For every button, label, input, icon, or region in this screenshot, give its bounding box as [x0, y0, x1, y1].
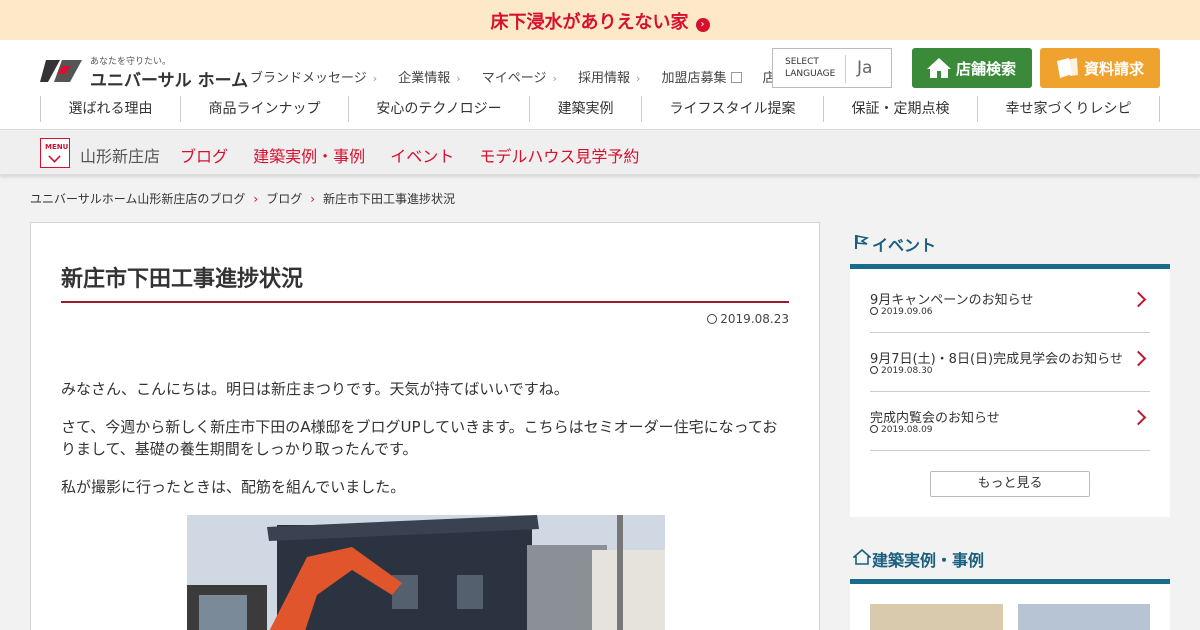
- chevron-right-icon: ›: [456, 72, 461, 85]
- article-paragraph: 私が撮影に行ったときは、配筋を組んでいました。: [61, 478, 406, 496]
- main-nav-lineup[interactable]: 商品ラインナップ: [179, 96, 348, 122]
- event-item[interactable]: 完成内覧会のお知らせ 2019.08.09: [870, 392, 1150, 451]
- util-link-brand[interactable]: ブランドメッセージ ›: [250, 67, 377, 86]
- event-date: 2019.09.06: [870, 307, 933, 317]
- store-menu-button[interactable]: MENU: [40, 138, 70, 168]
- chevron-right-icon: [1130, 350, 1147, 367]
- main-nav-reasons[interactable]: 選ばれる理由: [40, 96, 180, 122]
- util-link-franchise[interactable]: 加盟店募集: [662, 67, 742, 86]
- article-photo: [187, 515, 665, 630]
- request-docs-button[interactable]: 資料請求: [1040, 48, 1160, 88]
- blog-article: 新庄市下田工事進捗状況 2019.08.23 みなさん、こんにちは。明日は新庄ま…: [30, 222, 820, 630]
- sidebar-events-header: イベント: [850, 222, 1170, 269]
- event-item[interactable]: 9月キャンペーンのお知らせ 2019.09.06: [870, 274, 1150, 333]
- site-header: あなたを守りたい。 ユニバーサル ホーム ブランドメッセージ › 企業情報 › マイ…: [0, 40, 1200, 130]
- event-title: 9月キャンペーンのお知らせ: [870, 293, 1034, 308]
- store-link-examples[interactable]: 建築実例・事例: [253, 147, 365, 166]
- construction-photo: [187, 515, 665, 630]
- util-link-company[interactable]: 企業情報 ›: [398, 67, 460, 86]
- house-icon: [927, 58, 951, 78]
- example-thumbnail[interactable]: [870, 604, 1003, 630]
- article-title: 新庄市下田工事進捗状況: [61, 261, 789, 303]
- event-list: 9月キャンペーンのお知らせ 2019.09.06 9月7日(土)・8日(日)完成…: [870, 274, 1150, 451]
- chevron-down-icon: [48, 150, 61, 163]
- main-nav-warranty[interactable]: 保証・定期点検: [823, 96, 977, 122]
- event-date: 2019.08.09: [870, 425, 933, 435]
- store-links: ブログ 建築実例・事例 イベント モデルハウス見学予約: [180, 143, 659, 167]
- store-link-modelhouse[interactable]: モデルハウス見学予約: [479, 147, 639, 166]
- chevron-right-icon: [1130, 409, 1147, 426]
- logo-mark-icon: [40, 60, 82, 82]
- sidebar-examples: 建築実例・事例: [850, 537, 1170, 630]
- article-date: 2019.08.23: [707, 312, 789, 326]
- language-label-text: LANGUAGE: [785, 69, 836, 79]
- chevron-right-icon: ›: [552, 72, 557, 85]
- language-select-text: SELECT: [785, 57, 819, 67]
- util-link-mypage[interactable]: マイページ ›: [482, 67, 557, 86]
- flag-icon: [855, 235, 869, 249]
- chevron-right-icon: ›: [636, 72, 641, 85]
- external-link-icon: [730, 72, 742, 83]
- breadcrumb-blog[interactable]: ブログ: [266, 192, 302, 206]
- article-paragraph: さて、今週から新しく新庄市下田のA様邸をブログUPしていきます。こちらはセミオー…: [61, 418, 778, 458]
- house-outline-icon: [853, 549, 871, 565]
- main-nav-lifestyle[interactable]: ライフスタイル提案: [641, 96, 823, 122]
- article-paragraph: みなさん、こんにちは。明日は新庄まつりです。天気が持てばいいですね。: [61, 380, 569, 398]
- chevron-right-icon: ›: [253, 192, 259, 206]
- chevron-right-icon: ›: [372, 72, 378, 85]
- store-bar: MENU 山形新庄店 ブログ 建築実例・事例 イベント モデルハウス見学予約: [0, 130, 1200, 175]
- event-item[interactable]: 9月7日(土)・8日(日)完成見学会のお知らせ 2019.08.30: [870, 333, 1150, 392]
- chevron-right-icon: [1130, 291, 1147, 308]
- document-icon: [1057, 58, 1078, 78]
- event-title: 完成内覧会のお知らせ: [870, 411, 1000, 426]
- example-thumbnail[interactable]: [1018, 604, 1150, 630]
- store-link-blog[interactable]: ブログ: [180, 147, 228, 166]
- store-search-button[interactable]: 店舗検索: [912, 48, 1032, 88]
- language-value: Ja: [857, 58, 873, 78]
- events-more-button[interactable]: もっと見る: [930, 471, 1090, 497]
- campaign-banner-text: 床下浸水がありえない家: [490, 12, 689, 33]
- clock-icon: [870, 307, 878, 315]
- store-name: 山形新庄店: [80, 147, 161, 166]
- main-nav-recipes[interactable]: 幸せ家づくりレシピ: [976, 96, 1160, 122]
- breadcrumb-store-blog[interactable]: ユニバーサルホーム山形新庄店のブログ: [30, 192, 245, 206]
- sidebar-examples-header: 建築実例・事例: [850, 537, 1170, 584]
- breadcrumb-current: 新庄市下田工事進捗状況: [323, 192, 456, 206]
- event-date: 2019.08.30: [870, 366, 933, 376]
- sidebar-events: イベント 9月キャンペーンのお知らせ 2019.09.06 9月7日(土)・8日…: [850, 222, 1170, 517]
- main-nav: 選ばれる理由 商品ラインナップ 安心のテクノロジー 建築実例 ライフスタイル提案…: [40, 96, 1160, 122]
- divider: [845, 55, 846, 83]
- clock-icon: [870, 425, 878, 433]
- sidebar-events-title: イベント: [872, 236, 937, 255]
- main-nav-examples[interactable]: 建築実例: [529, 96, 641, 122]
- main-nav-technology[interactable]: 安心のテクノロジー: [347, 96, 529, 122]
- clock-icon: [707, 314, 718, 324]
- site-logo[interactable]: あなたを守りたい。 ユニバーサル ホーム: [40, 54, 248, 91]
- logo-name: ユニバーサル ホーム: [90, 71, 249, 91]
- chevron-right-icon: ›: [310, 192, 316, 206]
- clock-icon: [870, 366, 878, 374]
- store-link-events[interactable]: イベント: [390, 147, 454, 166]
- campaign-banner[interactable]: 床下浸水がありえない家 ›: [0, 0, 1200, 40]
- language-selector[interactable]: SELECT LANGUAGE Ja: [772, 48, 892, 88]
- breadcrumb: ユニバーサルホーム山形新庄店のブログ › ブログ › 新庄市下田工事進捗状況: [30, 190, 455, 207]
- chevron-right-icon: ›: [695, 18, 710, 32]
- util-link-recruit[interactable]: 採用情報 ›: [578, 67, 640, 86]
- event-title: 9月7日(土)・8日(日)完成見学会のお知らせ: [870, 352, 1123, 367]
- sidebar-examples-title: 建築実例・事例: [872, 551, 985, 570]
